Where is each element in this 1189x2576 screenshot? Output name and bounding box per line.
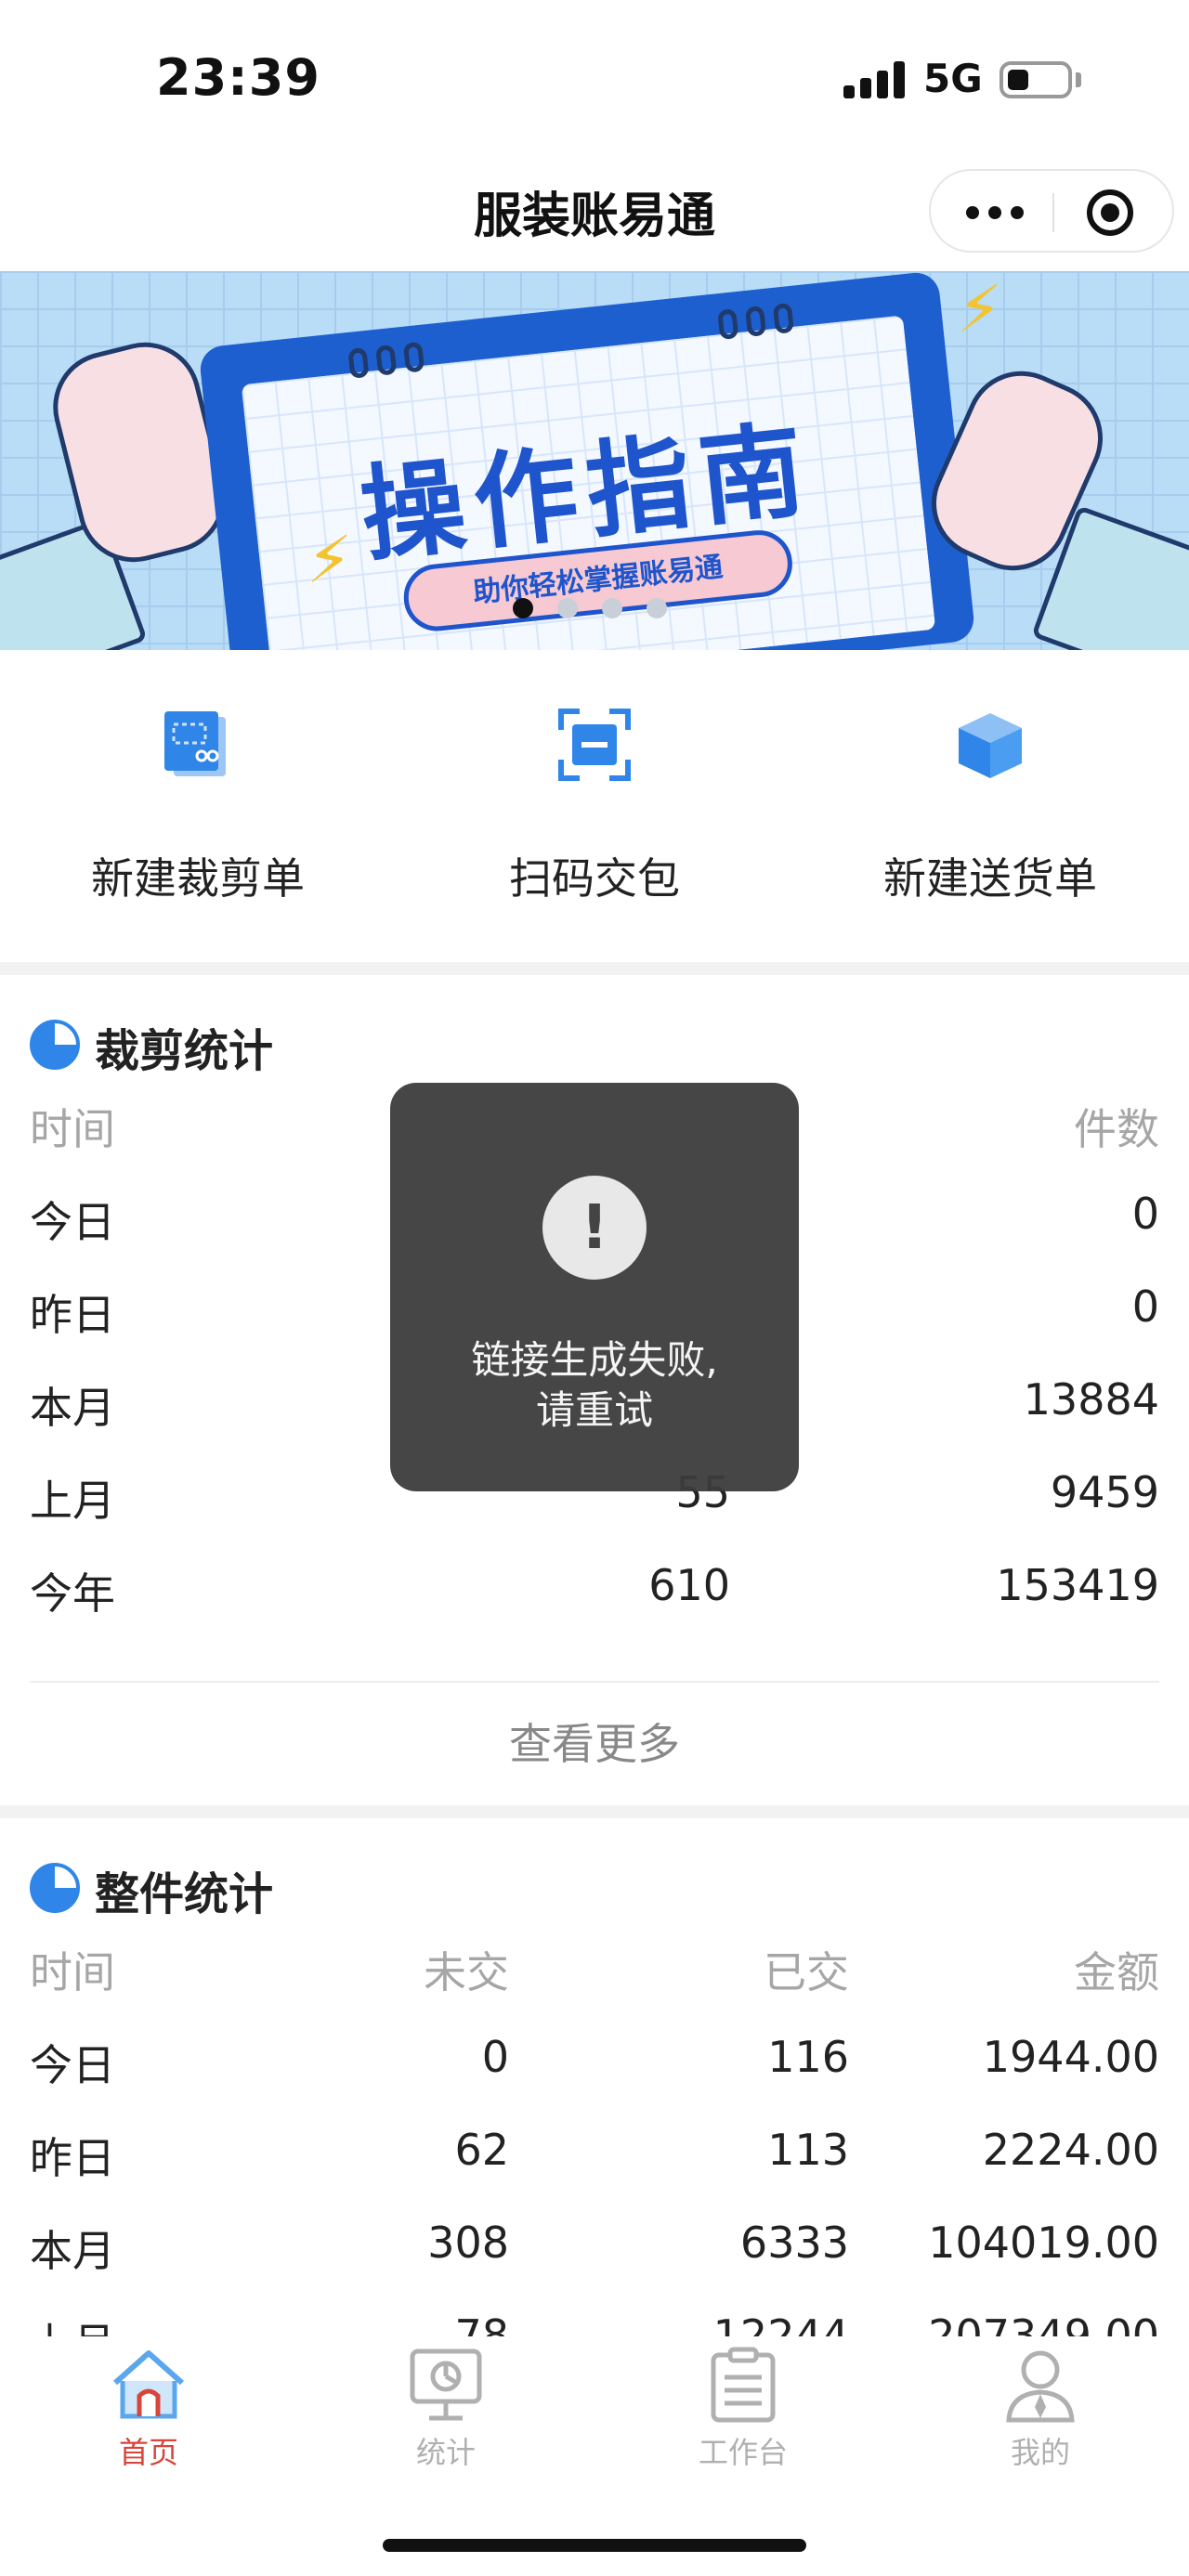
header-count: 件数 <box>1074 1104 1159 1154</box>
status-bar: 23:39 5G <box>0 0 1189 158</box>
box-icon <box>959 713 1022 778</box>
status-time: 23:39 <box>156 48 320 107</box>
header-time: 时间 <box>30 1104 115 1154</box>
row-time: 昨日 <box>30 2133 115 2183</box>
row-delivered: 116 <box>767 2032 849 2082</box>
close-miniprogram-icon[interactable] <box>1087 189 1133 236</box>
row-amount: 2224.00 <box>982 2125 1159 2175</box>
table-row: 上月 78 12244 207349.00 <box>30 2292 1159 2336</box>
row-time: 本月 <box>30 2226 115 2276</box>
capsule-divider <box>1052 193 1054 232</box>
toast-message-line1: 链接生成失败, <box>471 1337 718 1383</box>
home-icon <box>113 2350 184 2419</box>
tab-statistics[interactable]: 统计 <box>297 2336 594 2476</box>
table-row: 昨日 62 113 2224.00 <box>30 2106 1159 2199</box>
battery-tip <box>1076 72 1081 87</box>
header-amount: 金额 <box>1074 1947 1159 1997</box>
row-time: 今年 <box>30 1568 115 1619</box>
table-header: 时间 未交 已交 金额 <box>30 1920 1159 2013</box>
bolt-decor: ⚡ <box>307 522 353 598</box>
clipboard-icon <box>711 2347 776 2423</box>
signal-icon <box>843 61 905 98</box>
row-time: 今日 <box>30 2040 115 2090</box>
row-time: 昨日 <box>30 1290 115 1340</box>
scan-deliver-button[interactable]: 扫码交包 <box>397 650 792 962</box>
miniprogram-capsule <box>929 169 1174 253</box>
row-amount: 104019.00 <box>928 2218 1159 2268</box>
row-delivered: 12244 <box>712 2310 849 2336</box>
row-pending: 78 <box>454 2310 509 2336</box>
tab-workbench[interactable]: 工作台 <box>594 2336 892 2476</box>
tab-label: 首页 <box>118 2435 178 2470</box>
tab-label: 工作台 <box>698 2435 788 2470</box>
view-more-link[interactable]: 查看更多 <box>0 1711 1189 1772</box>
bottom-tab-bar: 首页 统计 工作台 我的 <box>0 2336 1189 2576</box>
row-count: 0 <box>1131 1281 1159 1332</box>
row-amount: 1944.00 <box>982 2032 1159 2082</box>
more-icon[interactable] <box>966 206 1024 219</box>
user-icon <box>1006 2350 1075 2423</box>
header-pending: 未交 <box>424 1947 509 1997</box>
battery-icon <box>1000 61 1072 98</box>
row-count: 153419 <box>996 1560 1159 1610</box>
row-time: 上月 <box>30 2310 115 2336</box>
bolt-decor: ⚡ <box>957 271 1003 347</box>
warning-icon: ! <box>542 1176 647 1280</box>
new-cutting-sheet-button[interactable]: 新建裁剪单 <box>0 650 396 962</box>
row-time: 上月 <box>30 1476 115 1526</box>
scan-icon <box>558 709 631 781</box>
row-pending: 62 <box>454 2125 509 2175</box>
toast-message-line2: 请重试 <box>535 1387 653 1433</box>
row-delivered: 113 <box>767 2125 849 2175</box>
table-row: 本月 308 6333 104019.00 <box>30 2199 1159 2292</box>
banner-pagination <box>513 598 680 620</box>
row-pending: 0 <box>481 2032 509 2082</box>
shortcut-label: 扫码交包 <box>509 853 680 904</box>
row-mid: 610 <box>648 1560 730 1610</box>
tab-label: 我的 <box>1010 2435 1070 2470</box>
section-gap <box>0 962 1189 975</box>
tab-home[interactable]: 首页 <box>0 2336 297 2476</box>
row-delivered: 6333 <box>739 2218 849 2268</box>
shortcut-grid: 新建裁剪单 扫码交包 新建送货单 <box>0 650 1189 962</box>
shortcut-label: 新建裁剪单 <box>91 853 305 904</box>
home-indicator <box>383 2539 806 2552</box>
error-toast: ! 链接生成失败, 请重试 <box>390 1083 799 1491</box>
row-time: 今日 <box>30 1197 115 1247</box>
header-delivered: 已交 <box>764 1947 849 1997</box>
row-count: 13884 <box>1023 1374 1159 1425</box>
cut-sheet-icon <box>164 711 226 776</box>
table-row: 今日 0 116 1944.00 <box>30 2013 1159 2106</box>
row-time: 本月 <box>30 1383 115 1433</box>
tab-label: 统计 <box>415 2435 476 2470</box>
section-title: 整件统计 <box>95 1868 274 1920</box>
section-title: 裁剪统计 <box>95 1025 274 1077</box>
row-count: 0 <box>1131 1189 1159 1239</box>
section-gap <box>0 1805 1189 1818</box>
row-pending: 308 <box>427 2218 509 2268</box>
toast-message: 链接生成失败, 请重试 <box>409 1335 780 1436</box>
guide-banner[interactable]: 操作指南 助你轻松掌握账易通 ⚡ ⚡ <box>0 271 1189 650</box>
tab-me[interactable]: 我的 <box>892 2336 1189 2476</box>
chart-icon <box>410 2348 482 2421</box>
piece-stats-section: 整件统计 时间 未交 已交 金额 今日 0 116 1944.00 昨日 62 … <box>0 1818 1189 2336</box>
pie-chart-icon <box>30 1863 80 1913</box>
new-delivery-note-button[interactable]: 新建送货单 <box>792 650 1188 962</box>
network-type: 5G <box>923 56 983 101</box>
table-row: 今年 610 153419 <box>30 1542 1159 1634</box>
pie-chart-icon <box>30 1020 80 1070</box>
header-time: 时间 <box>30 1947 115 1997</box>
shortcut-label: 新建送货单 <box>883 853 1097 904</box>
divider <box>30 1681 1159 1683</box>
row-count: 9459 <box>1050 1467 1159 1517</box>
row-amount: 207349.00 <box>928 2310 1159 2336</box>
